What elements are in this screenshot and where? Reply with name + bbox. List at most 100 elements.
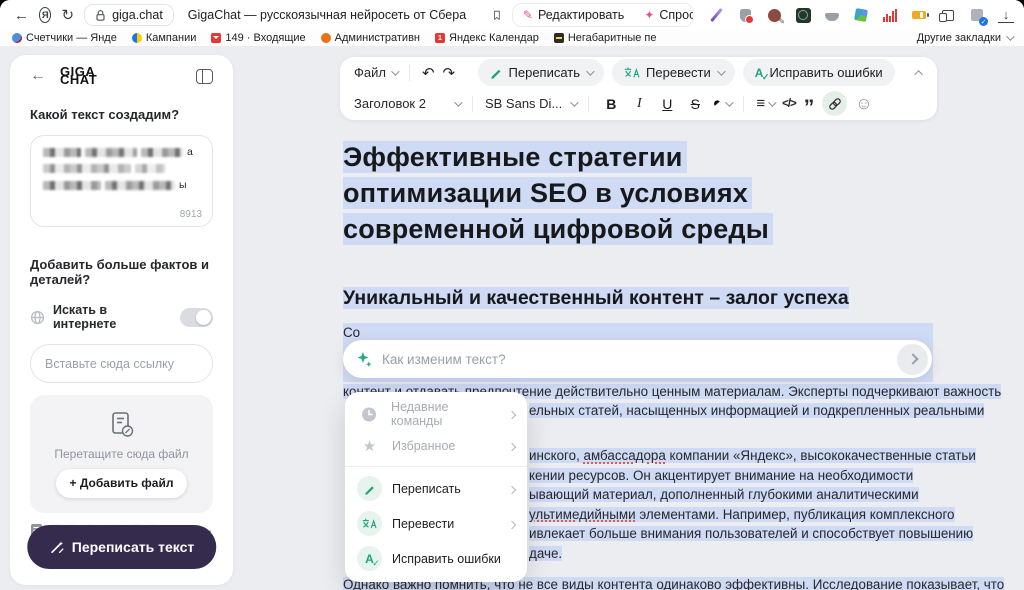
- bookmark-icon[interactable]: [492, 8, 502, 23]
- command-input[interactable]: [382, 352, 888, 367]
- chevron-down-icon: [391, 67, 399, 75]
- rewrite-text-button[interactable]: Переписать текст: [27, 525, 216, 569]
- menu-item-translate[interactable]: Перевести: [345, 506, 527, 541]
- back-icon[interactable]: ←: [14, 7, 29, 24]
- direct-favicon: [132, 33, 142, 43]
- page-actions: ✎ Редактировать ✦ Спросить ⋮: [512, 3, 694, 27]
- bookmark-item[interactable]: Кампании: [132, 32, 197, 44]
- paragraph-style-select[interactable]: Заголовок 2: [354, 96, 460, 111]
- chevron-down-icon: [1006, 32, 1014, 40]
- redo-button[interactable]: ↷: [443, 64, 456, 82]
- spellcheck-icon: A✓: [357, 546, 382, 571]
- shield-extension-icon[interactable]: [737, 7, 753, 23]
- italic-button[interactable]: I: [629, 96, 649, 112]
- pencil-extension-icon[interactable]: [766, 7, 782, 23]
- tabs-extension-icon[interactable]: [940, 7, 956, 23]
- spellcheck-word: ультимедийными: [529, 507, 636, 522]
- chevron-down-icon: [717, 67, 725, 75]
- bookmark-item[interactable]: 1Яндекс Календар: [435, 32, 539, 44]
- collapse-panel-icon[interactable]: [196, 69, 213, 84]
- chevron-down-icon: [768, 98, 776, 106]
- metrika-favicon: [12, 33, 22, 43]
- masked-tail: а: [187, 146, 193, 158]
- quote-button[interactable]: ”: [804, 103, 815, 113]
- file-menu[interactable]: Файл: [354, 65, 397, 80]
- spellcheck-word: контента: [597, 577, 652, 590]
- chevron-right-icon: [509, 407, 515, 421]
- menu-item-rewrite[interactable]: Переписать: [345, 471, 527, 506]
- edit-icon: ✎: [523, 8, 533, 22]
- strikethrough-button[interactable]: S: [685, 96, 705, 112]
- chevron-right-icon: [509, 517, 515, 531]
- bookmark-item[interactable]: Административн: [321, 32, 420, 44]
- other-bookmarks-button[interactable]: Другие закладки: [917, 32, 1012, 44]
- bookmark-item[interactable]: Счетчики — Янде: [12, 32, 117, 44]
- collapse-toolbar-icon[interactable]: [914, 70, 922, 78]
- yandex-browser-icon[interactable]: Я: [39, 7, 51, 23]
- masked-tail: ы: [179, 179, 187, 191]
- translate-action-button[interactable]: Перевести: [612, 59, 735, 86]
- ask-page-button[interactable]: ✦ Спросить: [634, 4, 694, 26]
- back-arrow-icon[interactable]: ←: [30, 67, 46, 85]
- calendar-favicon: 1: [435, 33, 445, 43]
- spellcheck-word: амбассадора: [584, 448, 666, 463]
- menu-item-fix-errors[interactable]: A✓ Исправить ошибки: [345, 541, 527, 576]
- document-icon: [109, 411, 135, 439]
- link-icon: [828, 97, 842, 111]
- reload-icon[interactable]: ↻: [61, 6, 74, 24]
- document-title: Эффективные стратегии оптимизации SEO в …: [343, 139, 773, 247]
- menu-item-recent[interactable]: Недавние команды: [345, 398, 527, 430]
- cup-extension-icon[interactable]: [824, 7, 840, 23]
- chevron-down-icon: [586, 67, 594, 75]
- link-input[interactable]: [30, 344, 213, 383]
- edit-page-button[interactable]: ✎ Редактировать: [513, 4, 634, 26]
- add-file-button[interactable]: + Добавить файл: [56, 469, 188, 498]
- color-circle-icon: ◐: [708, 95, 727, 113]
- chevron-down-icon: [726, 98, 734, 106]
- fix-errors-action-button[interactable]: A✓ Исправить ошибки: [743, 59, 895, 86]
- char-counter: 8913: [180, 209, 202, 220]
- bookmarks-bar: Счетчики — Янде Кампании 149 · Входящие …: [0, 30, 1024, 47]
- green-square-extension-icon[interactable]: [795, 7, 811, 23]
- chart-extension-icon[interactable]: [882, 9, 898, 22]
- text-color-button[interactable]: ◐: [713, 95, 731, 112]
- menu-item-favorites[interactable]: ★ Избранное: [345, 430, 527, 462]
- check-badge-extension-icon[interactable]: [969, 7, 985, 23]
- gigachat-page: ← GIGA CHAT Какой текст создадим? а ы 89…: [0, 47, 1024, 590]
- dropzone-label: Перетащите сюда файл: [54, 447, 188, 461]
- browser-toolbar: ← Я ↻ giga.chat GigaChat — русскоязычная…: [0, 0, 1024, 30]
- command-bar: [343, 340, 932, 378]
- send-button[interactable]: [897, 344, 928, 375]
- list-icon: ≡: [756, 95, 765, 112]
- dark-favicon: [554, 33, 564, 43]
- web-search-toggle[interactable]: [180, 308, 213, 327]
- document-subtitle: Уникальный и качественный контент – зало…: [343, 287, 849, 310]
- underline-button[interactable]: U: [657, 96, 677, 112]
- rewrite-action-button[interactable]: Переписать: [478, 59, 605, 86]
- extensions-row: ↓: [708, 7, 1014, 23]
- prompt-label: Какой текст создадим?: [30, 107, 213, 122]
- editor-toolbar: Файл ↶ ↷ Переписать Перевести A✓ Исправи…: [340, 57, 937, 120]
- font-select[interactable]: SB Sans Di...: [485, 96, 576, 111]
- battery-extension-icon[interactable]: [911, 7, 927, 23]
- address-bar[interactable]: giga.chat: [84, 4, 174, 26]
- pen-extension-icon[interactable]: [708, 7, 724, 23]
- undo-button[interactable]: ↶: [422, 64, 435, 82]
- cube-extension-icon[interactable]: [853, 7, 869, 23]
- send-arrow-icon: [907, 353, 918, 364]
- bold-button[interactable]: B: [601, 96, 621, 112]
- admin-favicon: [321, 33, 331, 43]
- code-button[interactable]: </>: [782, 98, 796, 110]
- translate-icon: [624, 66, 640, 79]
- emoji-button[interactable]: ☺: [855, 94, 872, 114]
- sparkle-icon: [356, 351, 373, 368]
- prompt-textarea[interactable]: а ы 8913: [30, 135, 213, 227]
- page-title: GigaChat — русскоязычная нейросеть от Сб…: [188, 8, 466, 22]
- bookmark-item[interactable]: Негабаритные пе: [554, 32, 657, 44]
- downloads-icon[interactable]: ↓: [998, 7, 1014, 23]
- ask-icon: ✦: [644, 8, 654, 22]
- file-dropzone[interactable]: Перетащите сюда файл + Добавить файл: [30, 395, 213, 513]
- bookmark-item[interactable]: 149 · Входящие: [211, 32, 305, 44]
- list-button[interactable]: ≡: [756, 95, 774, 112]
- insert-link-button[interactable]: [822, 91, 847, 116]
